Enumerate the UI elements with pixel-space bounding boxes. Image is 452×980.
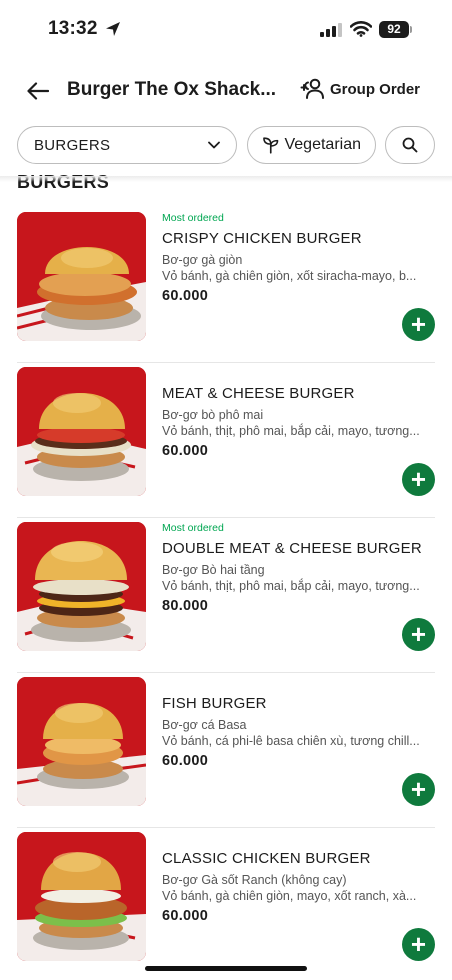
battery-indicator: 92 xyxy=(379,21,409,38)
plus-icon: + xyxy=(410,463,427,494)
menu-item[interactable]: MEAT & CHEESE BURGER Bơ-gơ bò phô mai Vỏ… xyxy=(0,363,452,518)
vegetarian-filter-label: Vegetarian xyxy=(284,136,361,153)
item-info: CLASSIC CHICKEN BURGER Bơ-gơ Gà sốt Ranc… xyxy=(162,832,436,924)
menu-item[interactable]: Most ordered CRISPY CHICKEN BURGER Bơ-gơ… xyxy=(0,208,452,363)
group-order-button[interactable]: Group Order xyxy=(300,77,420,101)
home-indicator[interactable] xyxy=(145,966,307,971)
item-subtitle: Bơ-gơ Gà sốt Ranch (không cay) xyxy=(162,873,347,887)
item-description: Vỏ bánh, cá phi-lê basa chiên xù, tương … xyxy=(162,734,420,748)
burger-photo xyxy=(17,212,146,341)
item-price: 60.000 xyxy=(162,753,209,769)
add-to-cart-button[interactable]: + xyxy=(402,618,435,651)
item-info: Most ordered DOUBLE MEAT & CHEESE BURGER… xyxy=(162,522,436,614)
plus-icon: + xyxy=(410,773,427,804)
menu-item[interactable]: CLASSIC CHICKEN BURGER Bơ-gơ Gà sốt Ranc… xyxy=(0,828,452,980)
item-description: Vỏ bánh, gà chiên giòn, xốt siracha-mayo… xyxy=(162,269,417,283)
item-info: FISH BURGER Bơ-gơ cá Basa Vỏ bánh, cá ph… xyxy=(162,677,436,769)
item-name: DOUBLE MEAT & CHEESE BURGER xyxy=(162,540,422,557)
plus-icon: + xyxy=(410,308,427,339)
item-subtitle: Bơ-gơ bò phô mai xyxy=(162,408,264,422)
status-time: 13:32 xyxy=(48,18,98,39)
most-ordered-badge: Most ordered xyxy=(162,522,224,534)
item-info: Most ordered CRISPY CHICKEN BURGER Bơ-gơ… xyxy=(162,212,436,304)
cellular-signal-icon xyxy=(320,23,342,37)
menu-item[interactable]: Most ordered DOUBLE MEAT & CHEESE BURGER… xyxy=(0,518,452,673)
search-button[interactable] xyxy=(385,126,435,164)
item-name: FISH BURGER xyxy=(162,695,267,712)
category-dropdown-label: BURGERS xyxy=(34,136,111,154)
item-price: 60.000 xyxy=(162,908,209,924)
plus-icon: + xyxy=(410,618,427,649)
group-users-icon xyxy=(300,78,324,99)
add-to-cart-button[interactable]: + xyxy=(402,773,435,806)
vegetarian-filter-chip[interactable]: Vegetarian xyxy=(247,126,376,164)
sprout-icon xyxy=(263,137,279,154)
menu-item[interactable]: FISH BURGER Bơ-gơ cá Basa Vỏ bánh, cá ph… xyxy=(0,673,452,828)
burger-photo xyxy=(17,522,146,651)
item-description: Vỏ bánh, gà chiên giòn, mayo, xốt ranch,… xyxy=(162,889,417,903)
item-price: 60.000 xyxy=(162,288,209,304)
add-to-cart-button[interactable]: + xyxy=(402,308,435,341)
category-dropdown[interactable]: BURGERS xyxy=(17,126,237,164)
item-name: CLASSIC CHICKEN BURGER xyxy=(162,850,371,867)
search-icon xyxy=(402,137,418,153)
location-arrow-icon xyxy=(106,22,120,36)
item-subtitle: Bơ-gơ cá Basa xyxy=(162,718,247,732)
item-description: Vỏ bánh, thịt, phô mai, bắp cải, mayo, t… xyxy=(162,424,420,438)
status-bar: 13:32 92 xyxy=(0,0,452,60)
arrow-left-icon xyxy=(27,82,49,100)
burger-photo xyxy=(17,832,146,961)
group-order-label: Group Order xyxy=(330,80,421,98)
item-subtitle: Bơ-gơ Bò hai tầng xyxy=(162,563,265,577)
most-ordered-badge: Most ordered xyxy=(162,212,224,224)
item-name: CRISPY CHICKEN BURGER xyxy=(162,230,362,247)
back-button[interactable] xyxy=(22,76,54,106)
plus-icon: + xyxy=(410,928,427,959)
most-ordered-badge xyxy=(162,832,436,845)
most-ordered-badge xyxy=(162,677,436,690)
item-name: MEAT & CHEESE BURGER xyxy=(162,385,355,402)
item-subtitle: Bơ-gơ gà giòn xyxy=(162,253,243,267)
add-to-cart-button[interactable]: + xyxy=(402,463,435,496)
burger-photo xyxy=(17,677,146,806)
item-price: 60.000 xyxy=(162,443,209,459)
chevron-down-icon xyxy=(208,141,220,149)
wifi-icon xyxy=(350,21,372,37)
item-info: MEAT & CHEESE BURGER Bơ-gơ bò phô mai Vỏ… xyxy=(162,367,436,459)
header-shadow xyxy=(0,176,452,182)
add-to-cart-button[interactable]: + xyxy=(402,928,435,961)
battery-cap xyxy=(410,26,412,33)
burger-photo xyxy=(17,367,146,496)
item-description: Vỏ bánh, thịt, phô mai, bắp cải, mayo, t… xyxy=(162,579,420,593)
most-ordered-badge xyxy=(162,367,436,380)
page-title: Burger The Ox Shack... xyxy=(67,79,277,100)
app-header: Burger The Ox Shack... Group Order xyxy=(0,68,452,114)
item-price: 80.000 xyxy=(162,598,209,614)
filter-bar: BURGERS Vegetarian xyxy=(0,126,452,166)
menu-list: Most ordered CRISPY CHICKEN BURGER Bơ-gơ… xyxy=(0,208,452,980)
